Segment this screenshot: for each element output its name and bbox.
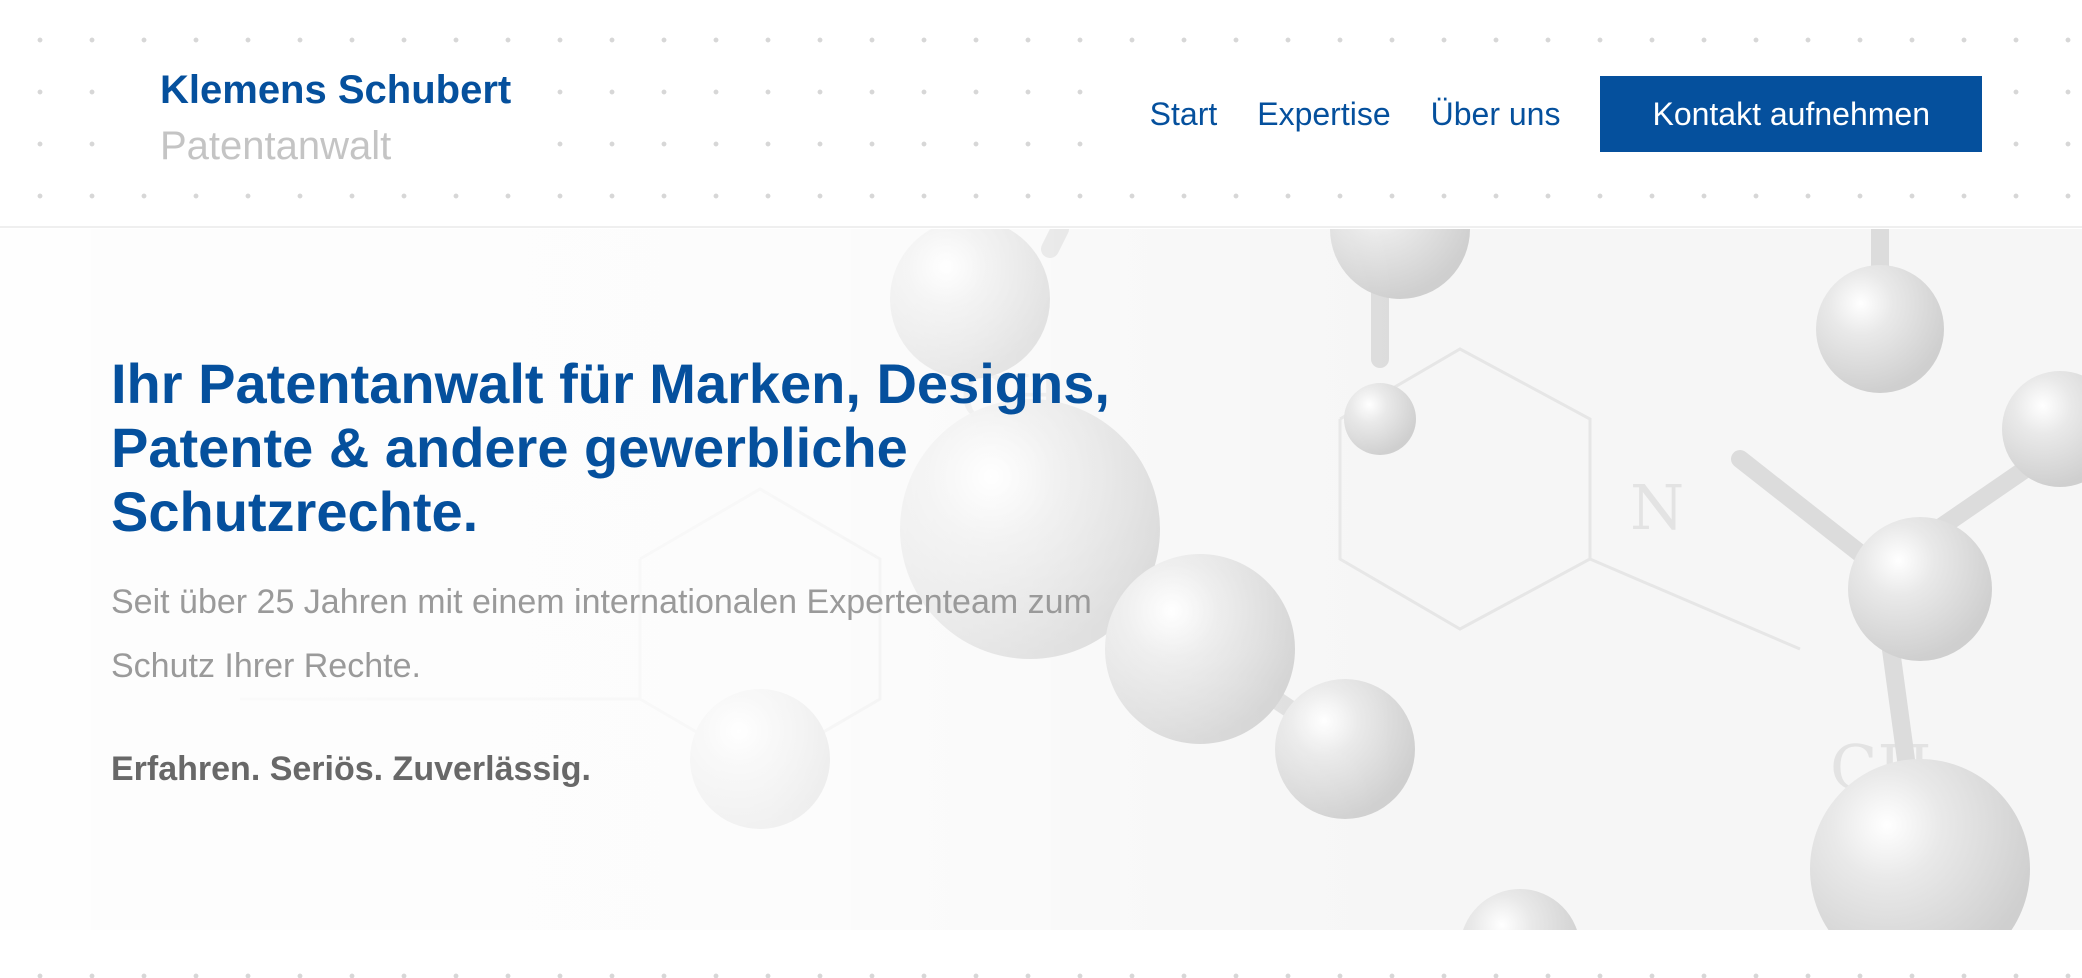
site-header: Klemens Schubert Patentanwalt Start Expe… (0, 0, 2082, 228)
hero-subtitle: Seit über 25 Jahren mit einem internatio… (111, 583, 1092, 685)
hero-content: Ihr Patentanwalt für Marken, Designs, Pa… (111, 352, 1211, 789)
hero-tagline: Erfahren. Seriös. Zuverlässig. (111, 750, 591, 788)
footer-dot-pattern (0, 930, 2082, 978)
main-nav: Start Expertise Über uns Kontakt aufnehm… (1121, 76, 1982, 152)
hero-title: Ihr Patentanwalt für Marken, Designs, Pa… (111, 352, 1110, 543)
brand-name: Klemens Schubert (160, 68, 512, 112)
nav-item-expertise[interactable]: Expertise (1257, 96, 1390, 133)
nav-item-start[interactable]: Start (1150, 96, 1218, 133)
nav-item-ueber-uns[interactable]: Über uns (1431, 96, 1561, 133)
background-formula-n: N (1630, 471, 1684, 544)
hero-section: CH CH N (0, 229, 2082, 930)
brand-subtitle: Patentanwalt (160, 124, 392, 168)
brand-logo[interactable]: Klemens Schubert Patentanwalt (118, 54, 552, 182)
contact-button[interactable]: Kontakt aufnehmen (1600, 76, 1982, 152)
